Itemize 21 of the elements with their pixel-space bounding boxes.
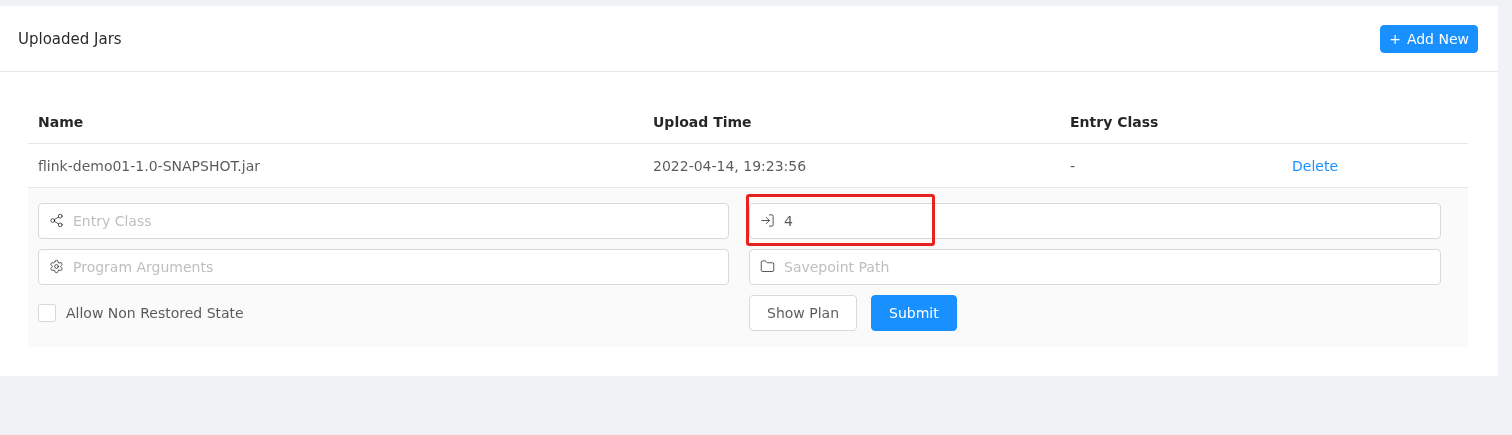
column-header: Upload Time xyxy=(652,113,753,130)
table-cell-text: 2022-04-14, 19:23:56 xyxy=(652,157,808,174)
checkbox-label: Allow Non Restored State xyxy=(66,305,244,321)
share-icon xyxy=(49,213,64,228)
folder-icon xyxy=(760,259,775,274)
delete-link[interactable]: Delete xyxy=(1276,157,1338,174)
column-header: Name xyxy=(37,113,85,130)
table-cell-text: flink-demo01-1.0-SNAPSHOT.jar xyxy=(37,157,261,174)
checkbox[interactable] xyxy=(38,304,56,322)
column-header: Entry Class xyxy=(1069,113,1160,130)
table-cell-text: - xyxy=(1069,157,1077,174)
input-field[interactable]: 4 xyxy=(749,203,1441,239)
submit-button[interactable]: Submit xyxy=(871,295,957,331)
card-title: Uploaded Jars xyxy=(18,29,122,48)
input-field[interactable]: Program Arguments xyxy=(38,249,729,285)
input-field[interactable]: Entry Class xyxy=(38,203,729,239)
login-icon xyxy=(760,213,775,228)
add-new-button[interactable]: + Add New xyxy=(1380,24,1478,53)
show-plan-button[interactable]: Show Plan xyxy=(749,295,857,331)
settings-icon xyxy=(49,259,64,274)
input-field[interactable]: Savepoint Path xyxy=(749,249,1441,285)
